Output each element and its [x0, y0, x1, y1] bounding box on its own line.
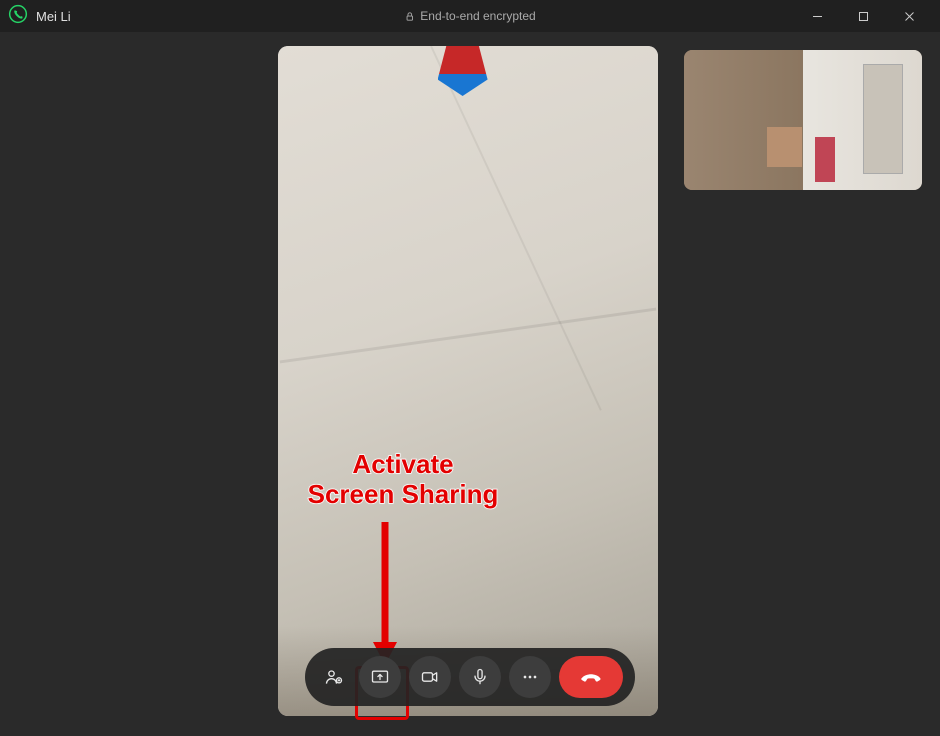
- participants-icon: [324, 667, 344, 687]
- titlebar: Mei Li End-to-end encrypted: [0, 0, 940, 32]
- more-icon: [520, 667, 540, 687]
- end-call-icon: [578, 664, 604, 690]
- maximize-button[interactable]: [840, 0, 886, 32]
- video-icon: [420, 667, 440, 687]
- video-toggle-button[interactable]: [409, 656, 451, 698]
- contact-name: Mei Li: [36, 9, 71, 24]
- end-call-button[interactable]: [559, 656, 623, 698]
- video-placeholder: [278, 46, 658, 716]
- call-controls-bar: [305, 648, 635, 706]
- encryption-label: End-to-end encrypted: [404, 9, 535, 23]
- video-call-area: Activate Screen Sharing: [0, 32, 940, 736]
- lock-icon: [404, 11, 415, 22]
- window-controls: [794, 0, 932, 32]
- participants-button[interactable]: [317, 660, 351, 694]
- screen-share-button[interactable]: [359, 656, 401, 698]
- minimize-button[interactable]: [794, 0, 840, 32]
- local-video-preview[interactable]: [684, 50, 922, 190]
- remote-video-feed[interactable]: [278, 46, 658, 716]
- screen-share-icon: [370, 667, 390, 687]
- microphone-icon: [470, 667, 490, 687]
- mic-toggle-button[interactable]: [459, 656, 501, 698]
- more-options-button[interactable]: [509, 656, 551, 698]
- whatsapp-icon: [8, 4, 36, 29]
- close-button[interactable]: [886, 0, 932, 32]
- annotation-text: Activate Screen Sharing: [278, 450, 528, 510]
